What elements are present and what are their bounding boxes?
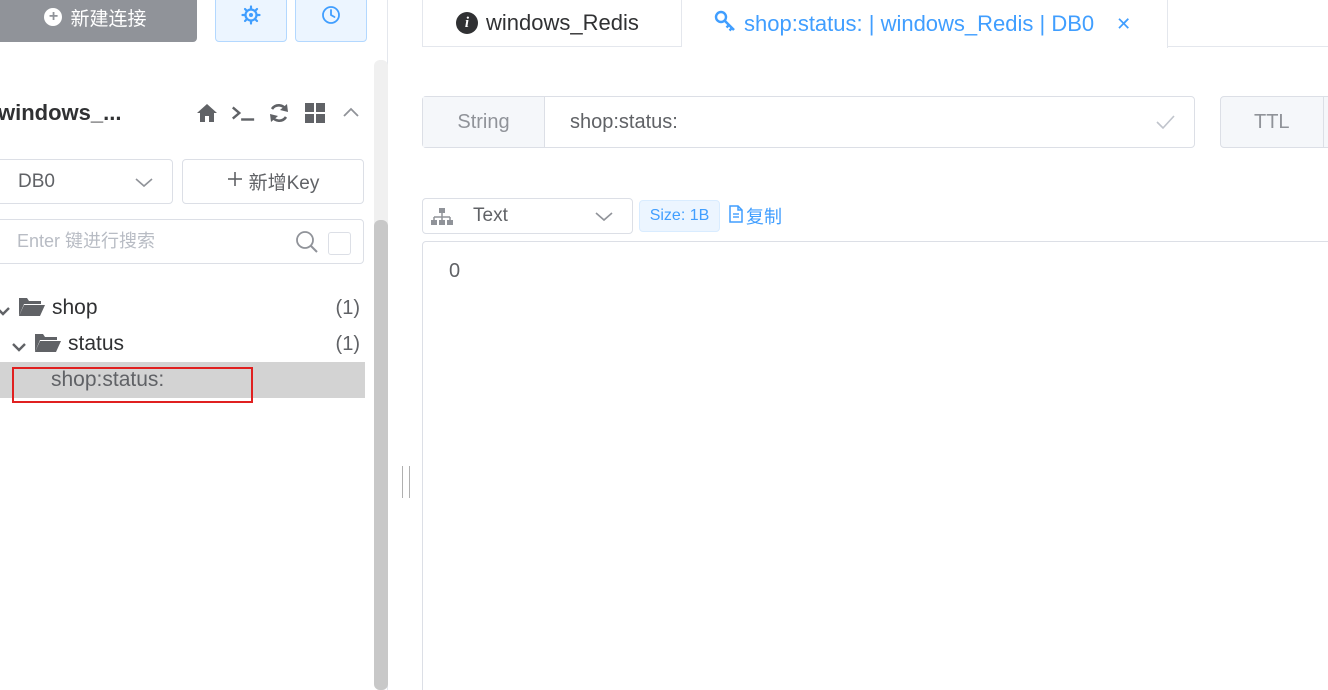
history-button[interactable] [295, 0, 367, 42]
search-box [0, 219, 364, 264]
connection-name[interactable]: windows_... [0, 100, 121, 126]
tab-connection-info[interactable]: i windows_Redis [422, 0, 682, 47]
tab-bar: i windows_Redis shop:status: | windows_R… [422, 0, 1328, 48]
ttl-label: TTL [1254, 110, 1290, 133]
exact-search-checkbox[interactable] [328, 232, 351, 255]
chevron-down-icon[interactable] [12, 336, 26, 360]
search-input[interactable] [17, 231, 287, 252]
sidebar: + 新建连接 windows_... DB0 新增Key Enter 键进行搜索… [0, 0, 388, 690]
tree-folder-status[interactable]: status (1) [0, 326, 365, 362]
copy-label: 复制 [746, 207, 782, 227]
tree-count: (1) [335, 332, 360, 355]
add-key-label: 新增Key [248, 173, 320, 194]
ttl-group: TTL [1220, 96, 1328, 148]
plus-circle-icon: + [44, 8, 63, 26]
db-select[interactable]: DB0 [0, 159, 173, 204]
folder-open-icon [18, 295, 46, 325]
view-format-select[interactable]: Text [422, 198, 633, 234]
clock-icon [321, 5, 341, 30]
chevron-down-icon [134, 172, 154, 198]
annotation-highlight-box [12, 367, 253, 403]
size-tag: Size: 1B [639, 200, 720, 232]
resize-handle[interactable] [402, 466, 410, 498]
value-editor[interactable]: 0 [422, 241, 1328, 690]
connection-actions [194, 100, 364, 126]
info-circle-icon: i [456, 12, 478, 34]
key-name-value: shop:status: [570, 110, 678, 133]
plus-icon [227, 171, 243, 193]
chevron-down-icon[interactable] [0, 300, 10, 324]
key-icon [714, 10, 736, 38]
home-icon[interactable] [194, 100, 220, 126]
tab-label: shop:status: | windows_Redis | DB0 [744, 11, 1095, 36]
terminal-icon[interactable] [230, 100, 256, 126]
document-icon [728, 204, 744, 228]
check-icon[interactable] [1154, 111, 1176, 139]
chevron-up-icon[interactable] [338, 100, 364, 126]
key-name-input[interactable]: shop:status: [545, 97, 1194, 147]
gear-icon [241, 4, 261, 30]
copy-button[interactable]: 复制 [728, 203, 782, 229]
sidebar-scrollbar-thumb[interactable] [374, 220, 388, 690]
tab-key-detail[interactable]: shop:status: | windows_Redis | DB0 ✕ [682, 0, 1168, 48]
refresh-icon[interactable] [266, 100, 292, 126]
chevron-down-icon [594, 206, 614, 232]
search-icon[interactable] [295, 230, 319, 259]
folder-open-icon [34, 331, 62, 361]
sitemap-icon [431, 207, 453, 233]
key-type-label: String [423, 97, 545, 147]
connection-header: windows_... [0, 96, 365, 130]
tab-label: windows_Redis [486, 10, 639, 35]
ttl-divider [1323, 97, 1324, 147]
tree-label: status [68, 332, 125, 355]
db-select-value: DB0 [18, 170, 55, 192]
tree-label: shop [52, 296, 98, 319]
new-connection-label: 新建连接 [70, 8, 147, 30]
add-key-button[interactable]: 新增Key [182, 159, 364, 204]
new-connection-button[interactable]: + 新建连接 [0, 0, 197, 42]
grid-icon[interactable] [302, 100, 328, 126]
close-icon[interactable]: ✕ [1116, 14, 1131, 35]
tree-folder-shop[interactable]: shop (1) [0, 290, 365, 326]
view-format-value: Text [473, 205, 508, 226]
key-name-group: String shop:status: [422, 96, 1195, 148]
tree-count: (1) [335, 296, 360, 319]
settings-button[interactable] [215, 0, 287, 42]
